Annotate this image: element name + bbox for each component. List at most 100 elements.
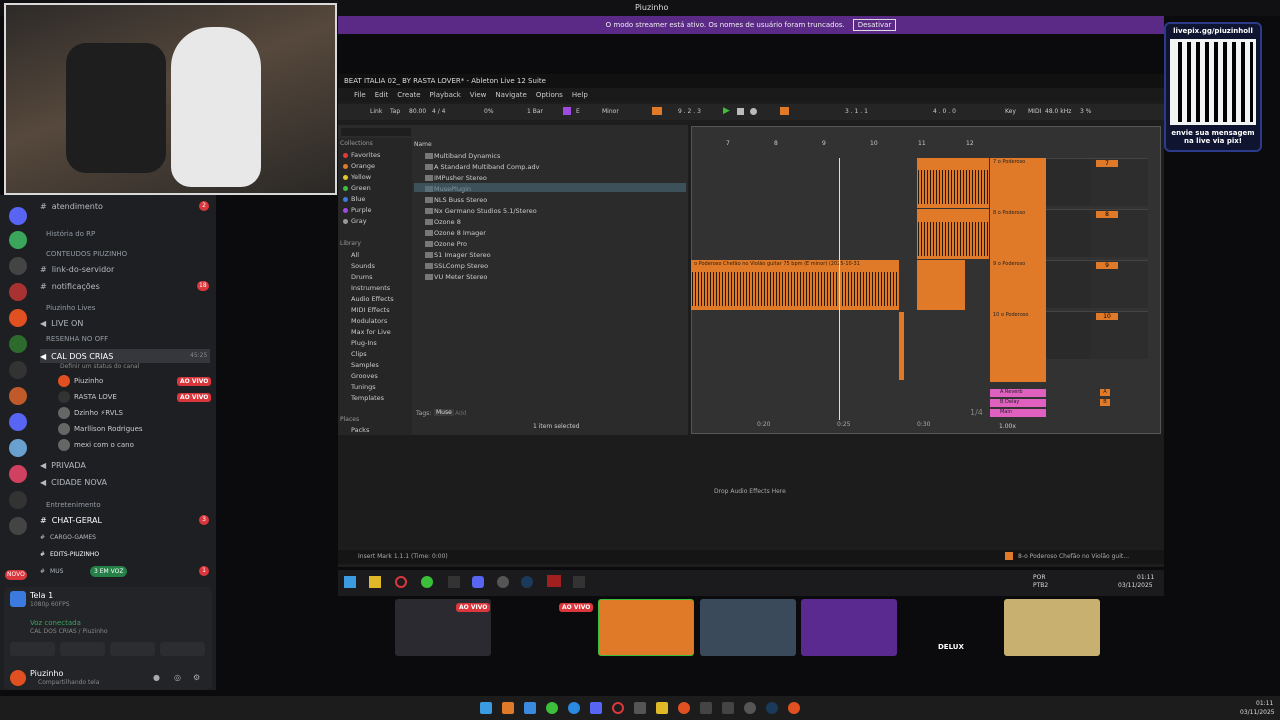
key-map-button[interactable]: Key [1005, 108, 1016, 115]
server-icon[interactable] [9, 335, 27, 353]
collection-item[interactable]: Favorites [351, 151, 380, 159]
folder-icon[interactable] [369, 576, 381, 588]
server-icon[interactable] [9, 517, 27, 535]
name-column-header[interactable]: Name [414, 141, 432, 148]
voice-channel-privada[interactable]: ◀ PRIVADA [40, 458, 86, 472]
follow-icon[interactable] [652, 107, 662, 115]
collection-item[interactable]: Purple [351, 206, 372, 214]
voice-user[interactable]: Dzinho ⚡RVLS [74, 409, 123, 417]
obs-icon[interactable] [744, 702, 756, 714]
menu-edit[interactable]: Edit [375, 91, 389, 99]
tap-button[interactable]: Tap [390, 108, 400, 115]
channel-atendimento[interactable]: # atendimento [40, 199, 103, 213]
steam-icon[interactable] [766, 702, 778, 714]
edge-icon[interactable] [568, 702, 580, 714]
chrome-icon[interactable] [546, 702, 558, 714]
app-icon[interactable] [547, 575, 561, 587]
return-b-button[interactable]: B [1100, 399, 1110, 406]
server-icon[interactable] [9, 309, 27, 327]
menu-create[interactable]: Create [397, 91, 420, 99]
add-tag[interactable]: Add [455, 410, 467, 417]
library-item[interactable]: Samples [351, 361, 379, 369]
channel-status-hint[interactable]: Definir um status do canal [60, 363, 139, 370]
thumbnail-artwork[interactable] [1004, 599, 1100, 656]
voice-user[interactable]: Marllison Rodrigues [74, 425, 143, 433]
thumbnail-avatar[interactable] [801, 599, 897, 656]
place-packs[interactable]: Packs [351, 426, 369, 434]
track-io[interactable] [1046, 209, 1090, 257]
live-app-icon[interactable] [573, 576, 585, 588]
browser-file-item[interactable]: NLS Buss Stereo [434, 196, 487, 204]
app-icon[interactable] [524, 702, 536, 714]
record-icon[interactable] [750, 108, 757, 115]
library-item[interactable]: Grooves [351, 372, 378, 380]
library-item[interactable]: Max for Live [351, 328, 391, 336]
arrangement-position[interactable]: 9 . 2 . 3 [678, 108, 701, 115]
library-item[interactable]: Modulators [351, 317, 387, 325]
track-name[interactable]: 9 o Poderoso [993, 261, 1025, 267]
midi-map-button[interactable]: MIDI [1028, 108, 1041, 115]
library-item[interactable]: Audio Effects [351, 295, 394, 303]
user-avatar[interactable] [10, 670, 26, 686]
track-io[interactable] [1046, 158, 1090, 206]
library-item[interactable]: Templates [351, 394, 384, 402]
browser-file-item[interactable]: Ozone Pro [434, 240, 467, 248]
loop-length[interactable]: 4 . 0 . 0 [933, 108, 956, 115]
return-track-b[interactable]: B Delay [990, 399, 1046, 407]
collection-item[interactable]: Blue [351, 195, 365, 203]
play-icon[interactable]: ▶ [723, 106, 730, 116]
browser-file-item[interactable]: VU Meter Stereo [434, 273, 487, 281]
voice-user[interactable]: mexi com o cano [74, 441, 134, 449]
clip-column[interactable] [990, 158, 1046, 382]
category-resenha[interactable]: RESENHA NO OFF [46, 335, 108, 343]
tempo-field[interactable]: 80.00 [409, 108, 426, 115]
server-icon[interactable] [9, 257, 27, 275]
discord-icon[interactable] [472, 576, 484, 588]
main-track[interactable]: Main [990, 409, 1046, 417]
category-entretenimento[interactable]: Entretenimento [46, 501, 101, 509]
category-conteudos[interactable]: CONTEUDOS PIUZINHO [46, 250, 127, 258]
app-icon[interactable] [502, 702, 514, 714]
thumbnail-fire-logo[interactable] [598, 599, 694, 656]
return-track-a[interactable]: A Reverb [990, 389, 1046, 397]
tray-date[interactable]: 03/11/2025 [1118, 582, 1153, 589]
app-icon[interactable] [722, 702, 734, 714]
track-name[interactable]: 8 o Poderoso [993, 210, 1025, 216]
menu-view[interactable]: View [470, 91, 487, 99]
taskbar-time[interactable]: 01:11 [1256, 700, 1273, 707]
server-icon[interactable] [9, 439, 27, 457]
browser-file-item[interactable]: Ozone 8 [434, 218, 461, 226]
grid-fraction[interactable]: 1/4 [970, 408, 983, 417]
track-number[interactable]: 9 [1096, 262, 1118, 269]
key-select[interactable]: E [576, 108, 580, 115]
collection-item[interactable]: Gray [351, 217, 367, 225]
track-number[interactable]: 8 [1096, 211, 1118, 218]
return-a-button[interactable]: A [1100, 389, 1110, 396]
library-item[interactable]: Instruments [351, 284, 390, 292]
in-voice-pill[interactable]: 3 EM VOZ [90, 566, 128, 577]
server-icon[interactable] [9, 491, 27, 509]
start-icon[interactable] [480, 702, 492, 714]
library-item[interactable]: MIDI Effects [351, 306, 390, 314]
audio-clip[interactable] [917, 260, 965, 310]
browser-file-item[interactable]: IMPusher Stereo [434, 174, 487, 182]
browser-file-item[interactable]: Ozone 8 Imager [434, 229, 486, 237]
server-icon[interactable] [9, 387, 27, 405]
opera-icon[interactable] [395, 576, 407, 588]
chrome-icon[interactable] [421, 576, 433, 588]
library-item[interactable]: Drums [351, 273, 373, 281]
voice-channel-cidade-nova[interactable]: ◀ CIDADE NOVA [40, 475, 107, 489]
keyboard-layout[interactable]: PTB2 [1033, 582, 1048, 589]
soundboard-button[interactable] [160, 642, 205, 656]
audio-clip[interactable] [899, 312, 904, 380]
signature-field[interactable]: 4 / 4 [432, 108, 445, 115]
server-icon[interactable] [9, 413, 27, 431]
voice-connected-status[interactable]: Voz conectada [30, 619, 81, 627]
menu-help[interactable]: Help [572, 91, 588, 99]
obs-icon[interactable] [497, 576, 509, 588]
category-historia[interactable]: História do RP [46, 230, 95, 238]
browser-file-item[interactable]: Nx Germano Studios 5.1/Stereo [434, 207, 537, 215]
quantize-select[interactable]: 1 Bar [527, 108, 543, 115]
browser-file-item[interactable]: Multiband Dynamics [434, 152, 500, 160]
discord-icon[interactable] [590, 702, 602, 714]
